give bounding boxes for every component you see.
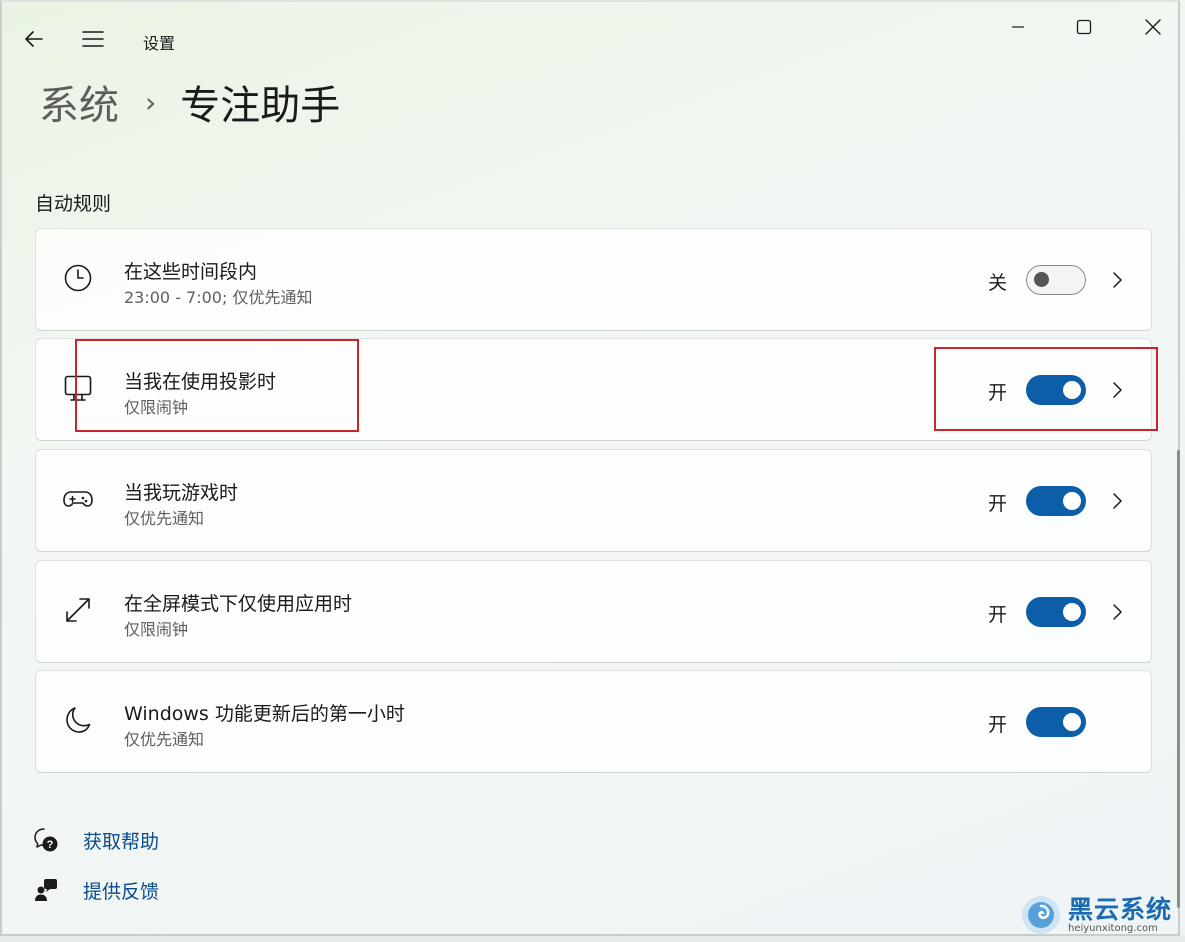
toggle-state-label: 开 [988, 493, 1008, 515]
watermark: 黑云系统 heiyunxitong.com [1020, 893, 1172, 937]
rule-subtitle: 仅限闹钟 [124, 620, 189, 639]
back-button[interactable] [11, 16, 57, 62]
back-arrow-icon [25, 31, 43, 47]
watermark-brand: 黑云系统 [1068, 894, 1173, 924]
menu-button[interactable] [70, 16, 116, 62]
rule-card-gaming[interactable]: 当我玩游戏时 仅优先通知 开 [35, 449, 1152, 552]
close-icon [1145, 19, 1161, 35]
highlight-box-toggle [934, 347, 1158, 431]
feedback-person-icon [32, 876, 60, 904]
rule-toggle-gaming[interactable] [1026, 486, 1086, 516]
section-title-auto-rules: 自动规则 [35, 193, 112, 215]
toggle-state-label: 开 [988, 604, 1008, 626]
app-title: 设置 [143, 34, 176, 53]
chevron-right-icon[interactable] [1106, 597, 1130, 627]
rule-toggle-fullscreen[interactable] [1026, 597, 1086, 627]
rule-subtitle: 仅优先通知 [124, 509, 205, 528]
taskbar-peek [0, 936, 1185, 942]
hamburger-icon [82, 31, 104, 47]
rule-card-feature-update[interactable]: Windows 功能更新后的第一小时 仅优先通知 开 [35, 670, 1152, 773]
title-bar: 设置 [2, 2, 1178, 78]
fullscreen-icon [62, 594, 94, 626]
moon-icon [62, 704, 94, 736]
rule-subtitle: 23:00 - 7:00; 仅优先通知 [124, 288, 313, 307]
get-help-label[interactable]: 获取帮助 [83, 827, 159, 854]
toggle-knob [1034, 272, 1049, 287]
chevron-right-icon[interactable] [1106, 265, 1130, 295]
rule-subtitle: 仅优先通知 [124, 730, 205, 749]
breadcrumb-parent-system[interactable]: 系统 [39, 73, 119, 131]
rule-title: 在这些时间段内 [124, 261, 258, 283]
breadcrumb-separator-icon: › [145, 85, 157, 119]
rule-card-fullscreen[interactable]: 在全屏模式下仅使用应用时 仅限闹钟 开 [35, 560, 1152, 663]
feedback-link[interactable]: 提供反馈 [32, 874, 159, 906]
scrollbar[interactable] [1177, 450, 1180, 908]
toggle-knob [1063, 603, 1081, 621]
maximize-button[interactable] [1061, 4, 1107, 50]
toggle-state-label: 开 [988, 714, 1008, 736]
help-chat-icon: ? [32, 826, 60, 854]
feedback-label[interactable]: 提供反馈 [83, 877, 159, 904]
close-button[interactable] [1130, 4, 1176, 50]
page-title: 专注助手 [180, 83, 341, 129]
chevron-right-icon[interactable] [1106, 486, 1130, 516]
breadcrumb: 系统 › 专注助手 [39, 72, 340, 132]
rule-card-time-range[interactable]: 在这些时间段内 23:00 - 7:00; 仅优先通知 关 [35, 228, 1152, 331]
minimize-icon [1012, 26, 1024, 28]
rule-title: Windows 功能更新后的第一小时 [124, 703, 405, 725]
rule-title: 当我玩游戏时 [124, 482, 239, 504]
toggle-state-label: 关 [988, 272, 1008, 294]
toggle-knob [1063, 492, 1081, 510]
minimize-button[interactable] [995, 4, 1041, 50]
rule-toggle-feature-update[interactable] [1026, 707, 1086, 737]
toggle-knob [1063, 713, 1081, 731]
rule-toggle-time-range[interactable] [1026, 265, 1086, 295]
svg-text:?: ? [47, 839, 54, 851]
gamepad-icon [62, 483, 94, 515]
settings-window: 设置 系统 › 专注助手 自动规则 在这些时间段内 23:00 - 7:00; … [0, 0, 1180, 936]
watermark-url: heiyunxitong.com [1068, 922, 1158, 934]
rule-title: 在全屏模式下仅使用应用时 [124, 593, 353, 615]
watermark-logo-icon [1022, 896, 1060, 934]
clock-icon [62, 262, 94, 294]
highlight-box-title [75, 339, 359, 432]
maximize-icon [1076, 19, 1092, 35]
get-help-link[interactable]: ? 获取帮助 [32, 824, 159, 856]
